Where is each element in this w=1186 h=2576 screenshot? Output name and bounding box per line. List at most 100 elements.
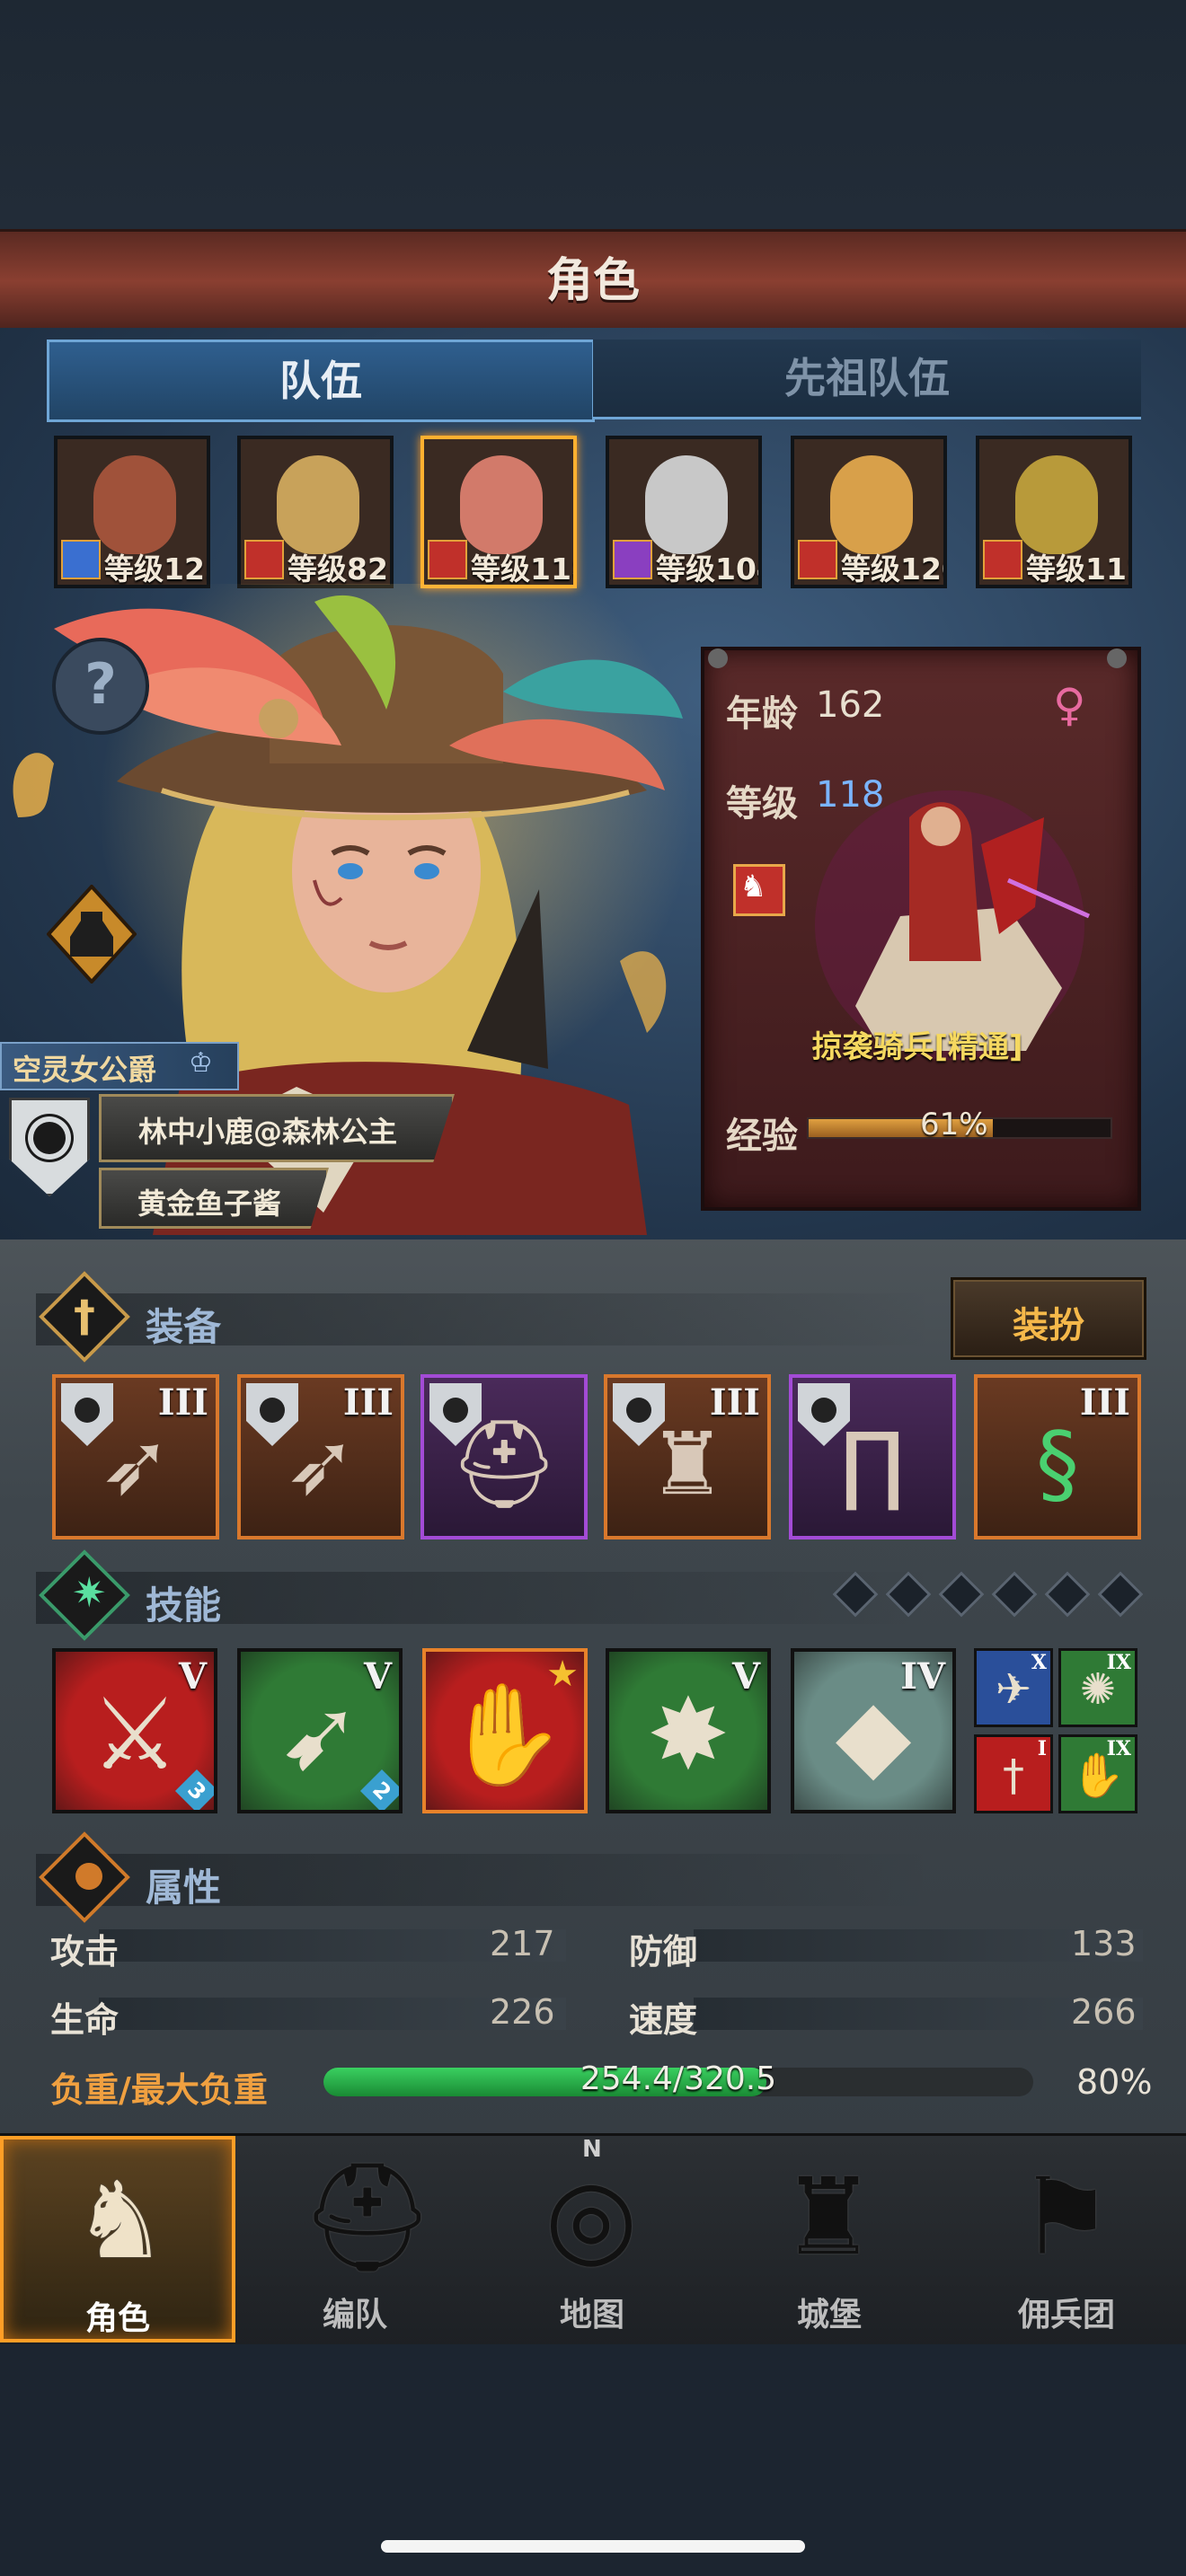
rivet-icon xyxy=(708,648,728,668)
attack-value: 217 xyxy=(490,1924,555,1963)
unit-class-icon xyxy=(244,540,284,579)
castle-icon: ♜ xyxy=(781,2155,876,2279)
attribute-dot-icon xyxy=(75,1863,102,1890)
hp-label: 生命 xyxy=(50,2000,119,2040)
unit-class-icon xyxy=(61,540,101,579)
unit-class-icon xyxy=(613,540,652,579)
defense-value: 133 xyxy=(1071,1924,1137,1963)
helmet-icon: ⛑ xyxy=(300,2155,435,2279)
roster-level: 等级125 xyxy=(104,551,207,587)
dress-up-button[interactable]: 装扮 xyxy=(951,1277,1146,1360)
tab-team[interactable]: 队伍 xyxy=(47,340,595,422)
roster-portrait[interactable]: 等级112 xyxy=(976,436,1132,588)
crown-icon: ♔ xyxy=(189,1047,213,1079)
nav-label: 城堡 xyxy=(796,2297,862,2333)
passive-skill-slot[interactable]: † I xyxy=(974,1734,1053,1813)
hero-face xyxy=(1015,455,1098,554)
roster-portrait[interactable]: 等级82 xyxy=(237,436,394,588)
age-value: 162 xyxy=(816,684,885,726)
nav-helmet[interactable]: ⛑ 编队 xyxy=(237,2136,473,2342)
nav-mercenary[interactable]: ⚑ 佣兵团 xyxy=(949,2136,1184,2342)
skill-tier: V xyxy=(363,1655,392,1698)
equipment-slot-armor[interactable]: ♜ III xyxy=(604,1374,771,1539)
skill-tier: IX xyxy=(1106,1651,1131,1674)
compass-north-label: N xyxy=(582,2136,602,2163)
exp-percent: 61% xyxy=(920,1107,988,1142)
unit-class-icon: ♞ xyxy=(733,864,785,916)
roster-portrait[interactable]: 等级118 xyxy=(420,436,577,588)
equipment-slot-helmet[interactable]: ⛑ xyxy=(420,1374,588,1539)
nav-label: 编队 xyxy=(322,2297,387,2333)
skill-slot[interactable]: ⚔ V 3 xyxy=(52,1648,217,1813)
hp-value: 226 xyxy=(490,1992,555,2032)
tab-ancestor-team[interactable]: 先祖队伍 xyxy=(593,340,1141,419)
roster-level: 等级104 xyxy=(656,551,758,587)
unit-class-icon xyxy=(428,540,467,579)
equipment-slot-bow[interactable]: ➶ III xyxy=(52,1374,219,1539)
star-burst-icon: ✷ xyxy=(72,1568,107,1617)
skill-tier: IV xyxy=(900,1655,945,1698)
knight-icon: ♞ xyxy=(73,2158,168,2282)
roster-portrait[interactable]: 等级125 xyxy=(54,436,210,588)
roster-level: 等级112 xyxy=(1026,551,1128,587)
passive-skill-slot[interactable]: ✺ IX xyxy=(1058,1648,1137,1727)
skill-slot[interactable]: ✋ ★ xyxy=(422,1648,588,1813)
rivet-icon xyxy=(1107,648,1127,668)
hero-face xyxy=(277,455,359,554)
home-indicator[interactable] xyxy=(381,2540,805,2553)
potion-icon[interactable] xyxy=(46,884,137,984)
roster-level: 等级82 xyxy=(288,551,388,587)
top-background xyxy=(0,0,1186,229)
skill-tier: I xyxy=(1037,1737,1047,1760)
nav-knight[interactable]: ♞ 角色 xyxy=(0,2136,235,2342)
age-label: 年龄 xyxy=(726,693,798,735)
skills-title: 技能 xyxy=(146,1584,222,1628)
hero-face xyxy=(645,455,728,554)
skill-tier: X xyxy=(1031,1651,1047,1674)
name-plate: 林中小鹿@森林公主 xyxy=(99,1094,455,1162)
question-icon[interactable]: ? xyxy=(52,638,149,735)
attack-label: 攻击 xyxy=(50,1932,119,1972)
skill-slot[interactable]: ✸ V xyxy=(606,1648,771,1813)
boots-icon: ∏ xyxy=(839,1414,906,1514)
tier-label: III xyxy=(709,1381,760,1424)
equipment-slot-bow[interactable]: ➶ III xyxy=(237,1374,404,1539)
helmet-icon: ⛑ xyxy=(449,1414,559,1514)
nav-label: 地图 xyxy=(559,2297,624,2333)
roster-portrait[interactable]: 等级104 xyxy=(606,436,762,588)
compass-icon: ◎ xyxy=(544,2155,638,2279)
roster-level: 等级118 xyxy=(471,551,573,587)
skill-tier: IX xyxy=(1106,1737,1131,1760)
nav-label: 佣兵团 xyxy=(1017,2297,1115,2333)
attributes-title: 属性 xyxy=(146,1866,222,1910)
nav-compass[interactable]: ◎ 地图 xyxy=(474,2136,710,2342)
load-label: 负重/最大负重 xyxy=(50,2070,268,2110)
passive-skill-slot[interactable]: ✈ X xyxy=(974,1648,1053,1727)
equipment-slot-boots[interactable]: ∏ xyxy=(789,1374,956,1539)
star-icon: ★ xyxy=(546,1654,579,1695)
page-title: 角色 xyxy=(545,254,640,308)
load-value: 254.4/320.5 xyxy=(580,2060,777,2097)
passive-skill-slot[interactable]: ✋ IX xyxy=(1058,1734,1137,1813)
speed-value: 266 xyxy=(1071,1992,1137,2032)
load-percent: 80% xyxy=(1076,2062,1153,2102)
title-badge: 空灵女公爵 ♔ xyxy=(0,1042,239,1090)
tier-label: III xyxy=(157,1381,208,1424)
skill-slot[interactable]: ➹ V 2 xyxy=(237,1648,403,1813)
tier-label: III xyxy=(1079,1381,1130,1424)
hero-face xyxy=(830,455,913,554)
tier-label: III xyxy=(342,1381,394,1424)
equipment-slot-jade-dragon[interactable]: § III xyxy=(974,1374,1141,1539)
nav-castle[interactable]: ♜ 城堡 xyxy=(712,2136,947,2342)
guild-plate[interactable]: 黄金鱼子酱 xyxy=(99,1168,329,1229)
unit-class-icon xyxy=(798,540,837,579)
hero-face xyxy=(93,455,176,554)
speed-label: 速度 xyxy=(629,2000,698,2040)
roster-level: 等级120 xyxy=(841,551,943,587)
armor-icon: ♜ xyxy=(648,1414,727,1514)
level-label: 等级 xyxy=(726,783,798,825)
skill-slot[interactable]: ◆ IV xyxy=(791,1648,956,1813)
defense-label: 防御 xyxy=(629,1932,698,1972)
roster-portrait[interactable]: 等级120 xyxy=(791,436,947,588)
skill-tier: V xyxy=(731,1655,760,1698)
